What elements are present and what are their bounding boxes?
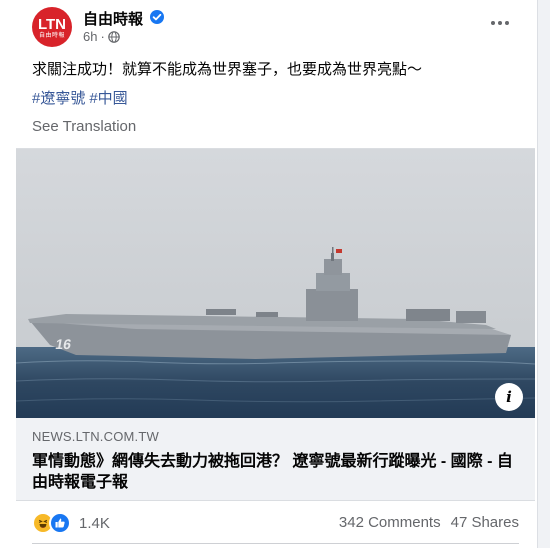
reaction-count[interactable]: 1.4K (79, 515, 110, 532)
svg-text:16: 16 (54, 336, 73, 352)
avatar-logo-subtext: 自由時報 (38, 32, 65, 39)
hashtag-list: #遼寧號 #中國 (32, 87, 128, 108)
shares-count-link[interactable]: 47 Shares (451, 514, 519, 531)
hashtag-china[interactable]: #中國 (89, 87, 127, 108)
link-domain: NEWS.LTN.COM.TW (32, 429, 159, 444)
post-meta: 6h · (83, 29, 120, 44)
info-icon[interactable]: i (495, 383, 523, 411)
avatar-logo-text: LTN (37, 15, 67, 33)
engagement-stats: 342 Comments 47 Shares (339, 514, 519, 531)
post-card: LTN 自由時報 自由時報 6h · 求關注成功！就算不能成為世界塞子，也要成為… (0, 0, 538, 548)
link-preview[interactable]: NEWS.LTN.COM.TW 軍情動態》網傳失去動力被拖回港？ 遼寧號最新行蹤… (16, 418, 535, 501)
reaction-summary[interactable]: 1.4K (32, 512, 110, 534)
comments-count-link[interactable]: 342 Comments (339, 514, 441, 531)
hashtag-liaoning[interactable]: #遼寧號 (32, 87, 85, 108)
post-text: 求關注成功！就算不能成為世界塞子，也要成為世界亮點～ (32, 61, 423, 78)
page-name-link[interactable]: 自由時報 (83, 8, 143, 29)
link-title[interactable]: 軍情動態》網傳失去動力被拖回港？ 遼寧號最新行蹤曝光 - 國際 - 自由時報電子… (32, 451, 522, 493)
more-dots-icon (491, 21, 509, 25)
page-avatar[interactable]: LTN 自由時報 (32, 7, 72, 47)
more-options-button[interactable] (487, 10, 513, 36)
link-preview-image[interactable]: 16 i (16, 148, 535, 419)
meta-separator: · (100, 29, 105, 44)
like-icon (49, 512, 71, 534)
see-translation-link[interactable]: See Translation (32, 118, 136, 135)
verified-badge-icon (150, 10, 164, 24)
divider (32, 543, 519, 544)
post-timestamp[interactable]: 6h (83, 29, 97, 44)
globe-icon (108, 30, 120, 43)
